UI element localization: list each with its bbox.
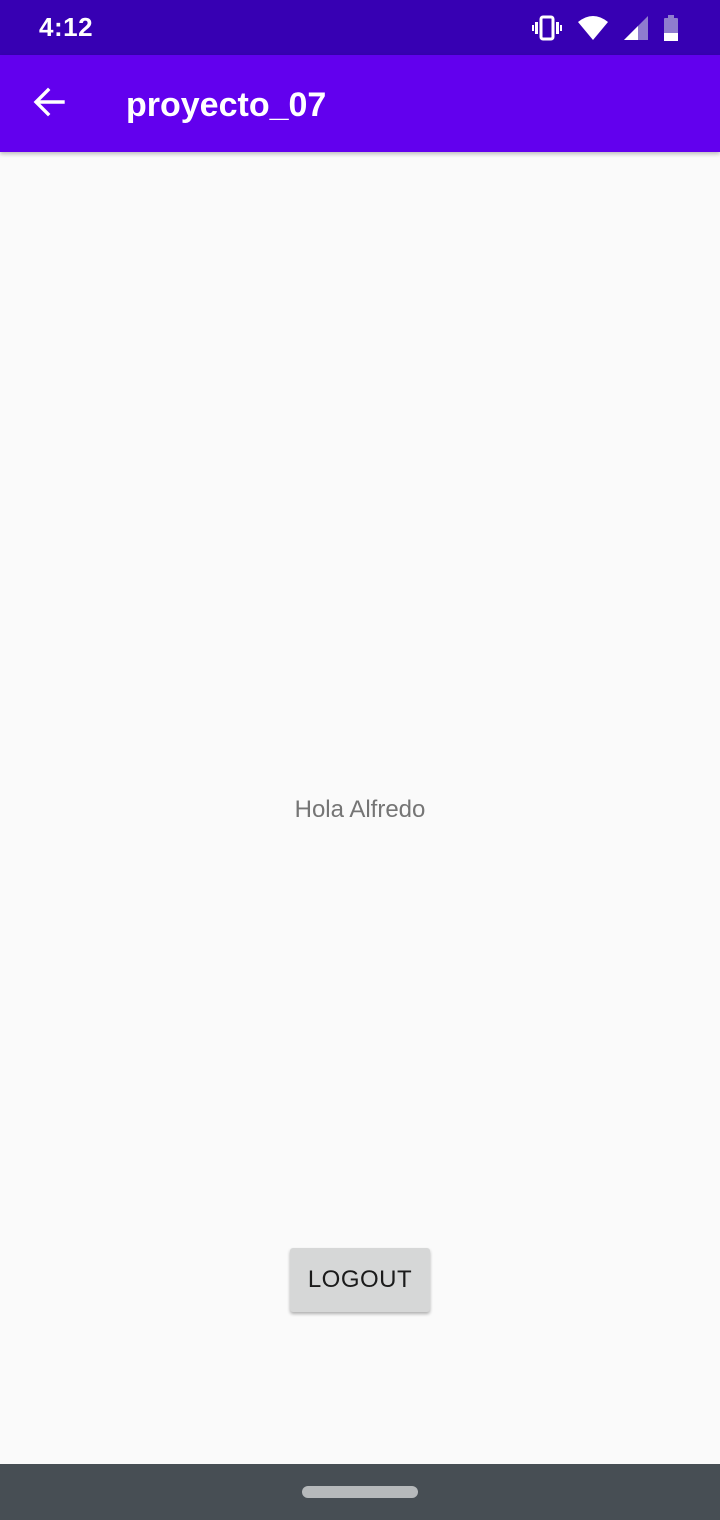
navigation-bar [0, 1464, 720, 1520]
home-gesture-handle[interactable] [302, 1486, 418, 1498]
vibrate-icon [532, 15, 562, 41]
battery-icon [664, 15, 678, 41]
app-title: proyecto_07 [126, 86, 327, 124]
arrow-back-icon [33, 86, 65, 123]
status-bar: 4:12 [0, 0, 720, 55]
status-time: 4:12 [39, 12, 94, 42]
signal-icon [624, 16, 648, 40]
logout-button[interactable]: LOGOUT [290, 1248, 430, 1312]
wifi-icon [578, 16, 608, 40]
app-bar: proyecto_07 [0, 55, 720, 152]
app-screen: 4:12 proyecto_07 Hola Alfredo LOGOUT [0, 0, 720, 1520]
status-icons [532, 14, 678, 42]
greeting-text: Hola Alfredo [294, 796, 426, 823]
back-button[interactable] [24, 79, 74, 129]
